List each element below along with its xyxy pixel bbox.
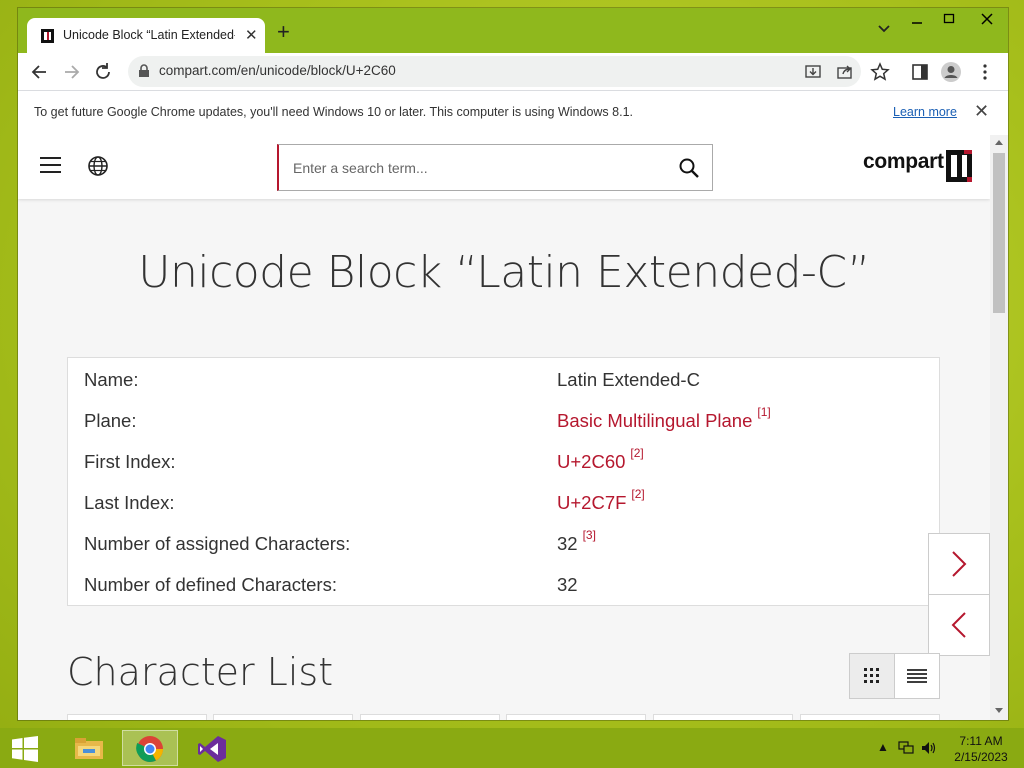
- previous-block-button[interactable]: [928, 594, 990, 656]
- list-view-toggle[interactable]: [894, 653, 940, 699]
- info-value-link: Basic Multilingual Plane [1]: [557, 405, 771, 432]
- tab-title: Unicode Block “Latin Extended-C: [63, 28, 235, 42]
- block-info-table: Name: Latin Extended-C Plane: Basic Mult…: [67, 357, 940, 606]
- grid-icon: [864, 668, 879, 683]
- scroll-thumb[interactable]: [993, 153, 1005, 313]
- search-button[interactable]: [665, 144, 713, 191]
- language-globe-icon[interactable]: [87, 155, 109, 177]
- info-value: Latin Extended-C: [557, 369, 700, 390]
- infobar-close-icon[interactable]: ✕: [974, 101, 989, 122]
- taskbar-clock[interactable]: 7:11 AM 2/15/2023: [948, 733, 1014, 765]
- first-index-link[interactable]: U+2C60: [557, 451, 625, 472]
- info-value: 32 [3]: [557, 528, 596, 555]
- windows-start-icon[interactable]: [12, 736, 38, 762]
- volume-icon[interactable]: [921, 741, 937, 755]
- close-window-icon[interactable]: [974, 12, 1000, 32]
- side-panel-icon[interactable]: [909, 61, 931, 83]
- chevron-left-icon: [951, 612, 966, 638]
- info-row-plane: Plane: Basic Multilingual Plane [1]: [68, 399, 939, 440]
- chrome-window: Unicode Block “Latin Extended-C ✕ + comp…: [18, 8, 1008, 720]
- list-icon: [907, 669, 927, 683]
- address-bar[interactable]: compart.com/en/unicode/block/U+2C60: [128, 56, 861, 87]
- forward-icon[interactable]: [60, 61, 82, 83]
- next-block-button[interactable]: [928, 533, 990, 595]
- character-cell[interactable]: [213, 714, 353, 720]
- infobar-message: To get future Google Chrome updates, you…: [34, 105, 633, 119]
- chevron-right-icon: [952, 551, 967, 577]
- info-row-last-index: Last Index: U+2C7F [2]: [68, 481, 939, 522]
- tab-strip: Unicode Block “Latin Extended-C ✕ +: [18, 8, 1008, 54]
- scroll-up-icon[interactable]: [995, 139, 1003, 145]
- assigned-count: 32: [557, 533, 578, 554]
- compart-favicon-icon: [41, 29, 54, 43]
- minimize-icon[interactable]: [904, 12, 930, 32]
- page-title: Unicode Block “Latin Extended-C”: [138, 247, 870, 298]
- grid-view-toggle[interactable]: [849, 653, 895, 699]
- info-row-name: Name: Latin Extended-C: [68, 358, 939, 399]
- bookmark-star-icon[interactable]: [869, 61, 891, 83]
- plane-link[interactable]: Basic Multilingual Plane: [557, 410, 752, 431]
- footnote-ref[interactable]: [2]: [631, 487, 644, 501]
- reload-icon[interactable]: [92, 61, 114, 83]
- character-list-heading: Character List: [67, 650, 334, 694]
- search-input[interactable]: [279, 145, 663, 190]
- footnote-ref[interactable]: [3]: [583, 528, 596, 542]
- info-value: 32: [557, 574, 578, 595]
- info-value-link: U+2C7F [2]: [557, 487, 645, 514]
- more-menu-icon[interactable]: [974, 61, 996, 83]
- character-cell[interactable]: [360, 714, 500, 720]
- compart-logo-mark-icon[interactable]: [946, 150, 972, 182]
- character-cell[interactable]: [800, 714, 940, 720]
- page-scrollbar[interactable]: [990, 135, 1008, 720]
- clock-date: 2/15/2023: [954, 750, 1008, 764]
- info-label: First Index:: [84, 451, 176, 472]
- character-cell[interactable]: [506, 714, 646, 720]
- browser-tab[interactable]: Unicode Block “Latin Extended-C ✕: [27, 18, 265, 54]
- info-value-link: U+2C60 [2]: [557, 446, 644, 473]
- tab-close-icon[interactable]: ✕: [245, 26, 258, 44]
- character-cell[interactable]: [67, 714, 207, 720]
- file-explorer-taskbar-icon[interactable]: [61, 730, 117, 766]
- share-icon[interactable]: [835, 62, 855, 82]
- clock-time: 7:11 AM: [959, 734, 1003, 748]
- update-infobar: To get future Google Chrome updates, you…: [18, 90, 1008, 136]
- chrome-taskbar-icon[interactable]: [122, 730, 178, 766]
- info-row-defined: Number of defined Characters: 32: [68, 563, 939, 604]
- site-header: compart: [18, 135, 990, 199]
- last-index-link[interactable]: U+2C7F: [557, 492, 626, 513]
- network-icon[interactable]: [898, 741, 914, 755]
- footnote-ref[interactable]: [1]: [757, 405, 770, 419]
- tab-search-chevron-icon[interactable]: [877, 24, 891, 34]
- install-app-icon[interactable]: [803, 62, 823, 82]
- info-label: Plane:: [84, 410, 137, 431]
- profile-avatar-icon[interactable]: [940, 61, 962, 83]
- site-search-box: [277, 144, 668, 191]
- windows-taskbar: ▲ 7:11 AM 2/15/2023: [0, 728, 1024, 768]
- back-icon[interactable]: [29, 61, 51, 83]
- maximize-icon[interactable]: [936, 12, 962, 32]
- info-label: Number of defined Characters:: [84, 574, 337, 595]
- new-tab-icon[interactable]: +: [277, 21, 290, 43]
- info-label: Number of assigned Characters:: [84, 533, 351, 554]
- learn-more-link[interactable]: Learn more: [893, 105, 957, 119]
- info-label: Name:: [84, 369, 139, 390]
- show-hidden-icons-icon[interactable]: ▲: [877, 740, 889, 754]
- footnote-ref[interactable]: [2]: [630, 446, 643, 460]
- lock-icon[interactable]: [138, 64, 150, 78]
- search-icon: [679, 158, 699, 178]
- url-text[interactable]: compart.com/en/unicode/block/U+2C60: [159, 63, 396, 78]
- info-row-assigned: Number of assigned Characters: 32 [3]: [68, 522, 939, 563]
- info-row-first-index: First Index: U+2C60 [2]: [68, 440, 939, 481]
- character-cell[interactable]: [653, 714, 793, 720]
- info-label: Last Index:: [84, 492, 175, 513]
- visual-studio-taskbar-icon[interactable]: [184, 730, 240, 766]
- compart-logo-text[interactable]: compart: [863, 150, 944, 174]
- web-page: compart Unicode Block “Latin Extended-C”…: [18, 135, 990, 720]
- scroll-down-icon[interactable]: [995, 708, 1003, 714]
- browser-toolbar: compart.com/en/unicode/block/U+2C60: [18, 53, 1008, 90]
- menu-hamburger-icon[interactable]: [40, 157, 61, 178]
